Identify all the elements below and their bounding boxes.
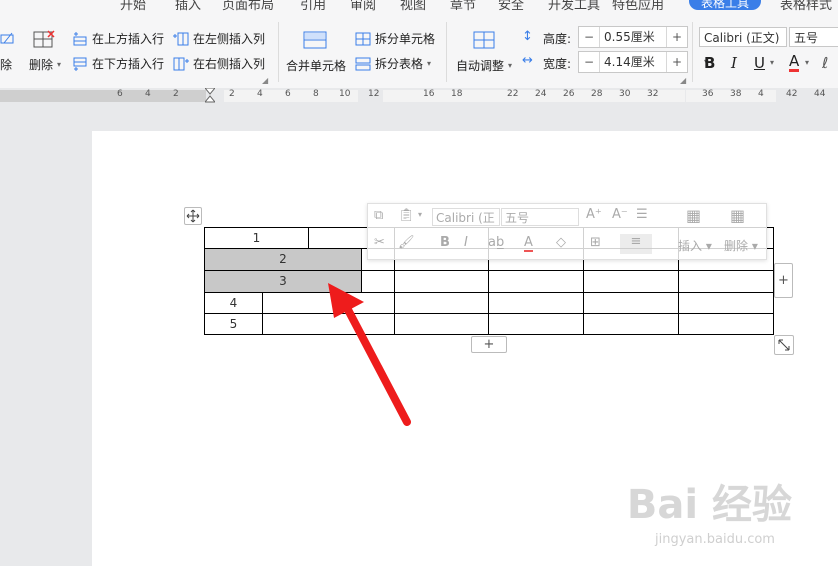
watermark-logo: Bai 经验 (626, 482, 792, 528)
watermark-url: jingyan.baidu.com (655, 532, 775, 547)
